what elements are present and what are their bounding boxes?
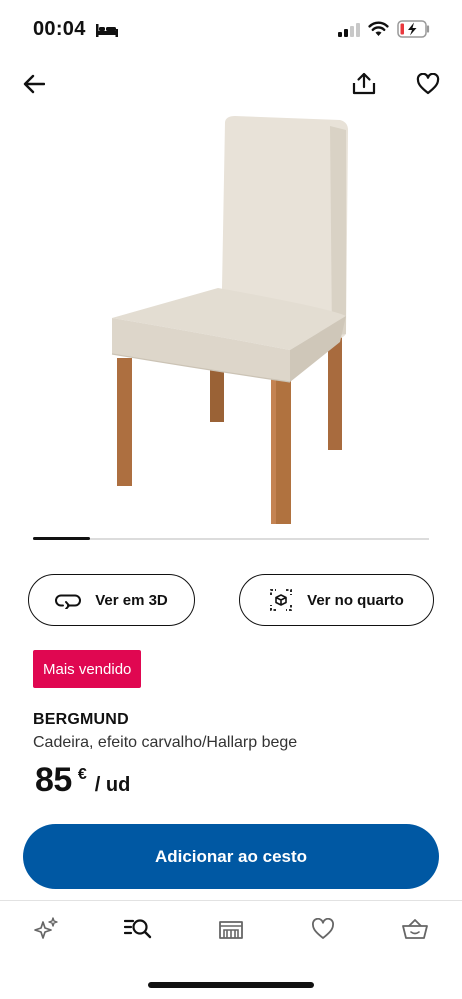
wifi-icon — [368, 21, 389, 36]
status-time: 00:04 — [33, 18, 86, 40]
product-price: 85 € / ud — [35, 760, 130, 800]
tab-stores[interactable] — [217, 915, 245, 943]
view-in-room-label: Ver no quarto — [307, 591, 404, 609]
product-image[interactable] — [100, 110, 362, 530]
signal-icon — [338, 23, 360, 37]
product-description: Cadeira, efeito carvalho/Hallarp bege — [33, 734, 298, 751]
search-list-icon — [124, 919, 152, 939]
price-amount: 85 — [35, 761, 72, 799]
view-3d-label: Ver em 3D — [95, 591, 168, 609]
bottom-tab-bar — [0, 901, 462, 957]
carousel-progress-thumb — [33, 537, 90, 540]
product-name: BERGMUND — [33, 711, 129, 728]
rotate-3d-icon — [55, 594, 82, 609]
store-icon — [219, 921, 243, 939]
share-button[interactable] — [348, 68, 380, 100]
carousel-progress — [33, 537, 429, 540]
view-3d-button[interactable]: Ver em 3D — [28, 574, 195, 626]
basket-icon — [402, 919, 428, 939]
heart-icon — [312, 918, 334, 939]
view-in-room-button[interactable]: Ver no quarto — [239, 574, 434, 626]
ar-cube-icon — [270, 589, 293, 611]
tab-search[interactable] — [124, 915, 152, 943]
home-indicator — [148, 982, 314, 988]
price-unit: / ud — [94, 774, 131, 796]
bed-icon — [96, 24, 118, 37]
share-icon — [352, 72, 376, 95]
tab-basket[interactable] — [401, 915, 429, 943]
status-bar: 00:04 — [0, 0, 462, 60]
price-currency: € — [77, 766, 87, 783]
tab-inspiration[interactable] — [32, 915, 60, 943]
top-nav — [0, 60, 462, 106]
bestseller-badge: Mais vendido — [33, 650, 142, 688]
arrow-left-icon — [23, 74, 45, 94]
battery-charging-icon — [397, 20, 430, 38]
sparkle-icon — [34, 917, 58, 939]
favourite-button[interactable] — [412, 68, 444, 100]
add-to-cart-button[interactable]: Adicionar ao cesto — [23, 824, 439, 889]
heart-icon — [416, 73, 440, 95]
tab-favourites[interactable] — [309, 915, 337, 943]
back-button[interactable] — [18, 68, 50, 100]
